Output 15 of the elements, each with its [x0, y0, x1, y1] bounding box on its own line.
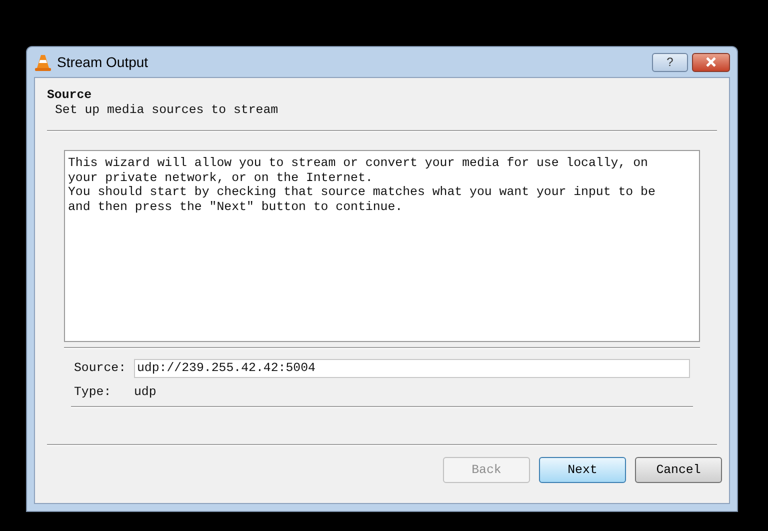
description-text: You should start by checking that source matches what you want your input to be and then press the "Next" button to continue.	[68, 185, 656, 214]
type-label: Type:	[74, 384, 112, 401]
wizard-button[interactable]: Cancel	[635, 457, 722, 483]
wizard-button[interactable]: Next	[539, 457, 626, 483]
window-title: Stream Output	[57, 52, 148, 72]
source-field[interactable]: udp://239.255.42.42:5004	[134, 358, 690, 378]
source-label: Source:	[74, 360, 128, 377]
close-icon	[706, 57, 716, 67]
type-value: udp	[134, 384, 156, 401]
close-button[interactable]	[692, 52, 730, 72]
help-button[interactable]: ?	[652, 52, 688, 72]
page-subtitle: Set up media sources to stream	[54, 103, 280, 118]
description-text: This wizard will allow you to stream or convert your media for use locally, on your private network, or on the Internet.	[68, 156, 649, 185]
traffic-cone-icon	[35, 54, 51, 70]
page-title: Source	[47, 88, 93, 103]
